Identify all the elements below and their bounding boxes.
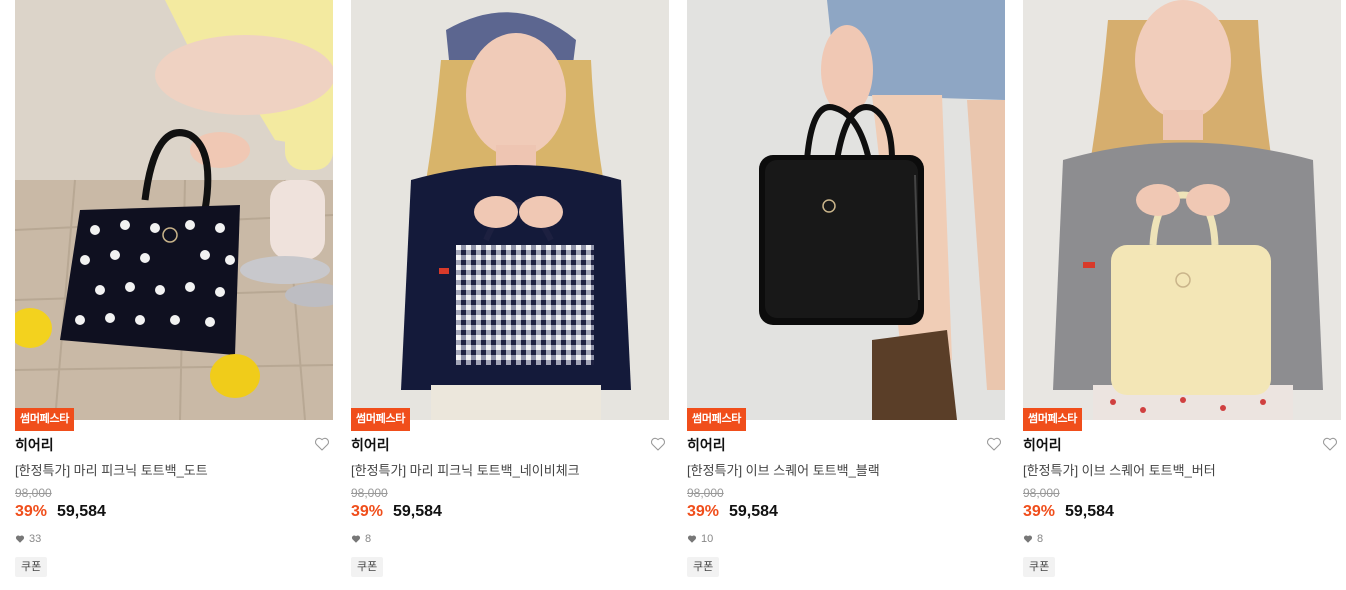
- like-count-value: 8: [1037, 533, 1044, 545]
- promo-badge: 썸머페스타: [351, 408, 411, 431]
- heart-filled-icon: [1023, 535, 1033, 543]
- product-card[interactable]: 썸머페스타 히어리 [한정특가] 이브 스퀘어 토트백_블랙 98,000 39…: [687, 0, 1005, 590]
- sale-price: 59,584: [729, 503, 778, 520]
- original-price: 98,000: [1023, 486, 1060, 500]
- promo-badge: 썸머페스타: [687, 408, 747, 431]
- heart-filled-icon: [15, 535, 25, 543]
- original-price: 98,000: [687, 486, 724, 500]
- brand-name[interactable]: 히어리: [351, 435, 390, 455]
- coupon-badge: 쿠폰: [15, 557, 48, 577]
- coupon-badge: 쿠폰: [687, 557, 720, 577]
- product-image[interactable]: [351, 0, 669, 420]
- product-image[interactable]: [15, 0, 333, 420]
- product-photo-illustration: [1023, 0, 1341, 420]
- heart-outline-icon[interactable]: [1322, 436, 1338, 452]
- product-photo-illustration: [351, 0, 669, 420]
- brand-name[interactable]: 히어리: [687, 435, 726, 455]
- discount-rate: 39%: [351, 503, 384, 520]
- sale-price: 59,584: [57, 503, 106, 520]
- original-price: 98,000: [15, 486, 52, 500]
- product-image[interactable]: [1023, 0, 1341, 420]
- heart-filled-icon: [351, 535, 361, 543]
- heart-outline-icon[interactable]: [314, 436, 330, 452]
- discount-rate: 39%: [1023, 503, 1056, 520]
- brand-name[interactable]: 히어리: [1023, 435, 1062, 455]
- promo-badge: 썸머페스타: [1023, 408, 1083, 431]
- like-count-value: 10: [701, 533, 714, 545]
- discount-rate: 39%: [15, 503, 48, 520]
- product-name[interactable]: [한정특가] 마리 피크닉 토트백_도트: [15, 460, 208, 479]
- sale-price: 59,584: [1065, 503, 1114, 520]
- discount-rate: 39%: [687, 503, 720, 520]
- product-grid: 썸머페스타 히어리 [한정특가] 마리 피크닉 토트백_도트 98,000 39…: [0, 0, 1346, 590]
- heart-filled-icon: [687, 535, 697, 543]
- product-card[interactable]: 썸머페스타 히어리 [한정특가] 마리 피크닉 토트백_도트 98,000 39…: [15, 0, 333, 590]
- product-card[interactable]: 썸머페스타 히어리 [한정특가] 마리 피크닉 토트백_네이비체크 98,000…: [351, 0, 669, 590]
- sale-price: 59,584: [393, 503, 442, 520]
- like-count-value: 8: [365, 533, 372, 545]
- heart-outline-icon[interactable]: [650, 436, 666, 452]
- coupon-badge: 쿠폰: [1023, 557, 1056, 577]
- coupon-badge: 쿠폰: [351, 557, 384, 577]
- like-count-value: 33: [29, 533, 42, 545]
- like-count: 8: [1023, 533, 1043, 545]
- product-card[interactable]: 썸머페스타 히어리 [한정특가] 이브 스퀘어 토트백_버터 98,000 39…: [1023, 0, 1341, 590]
- product-name[interactable]: [한정특가] 마리 피크닉 토트백_네이비체크: [351, 460, 580, 479]
- product-image[interactable]: [687, 0, 1005, 420]
- brand-name[interactable]: 히어리: [15, 435, 54, 455]
- product-name[interactable]: [한정특가] 이브 스퀘어 토트백_블랙: [687, 460, 880, 479]
- original-price: 98,000: [351, 486, 388, 500]
- like-count: 33: [15, 533, 41, 545]
- promo-badge: 썸머페스타: [15, 408, 75, 431]
- like-count: 8: [351, 533, 371, 545]
- product-photo-illustration: [15, 0, 333, 420]
- heart-outline-icon[interactable]: [986, 436, 1002, 452]
- product-name[interactable]: [한정특가] 이브 스퀘어 토트백_버터: [1023, 460, 1216, 479]
- like-count: 10: [687, 533, 713, 545]
- product-photo-illustration: [687, 0, 1005, 420]
